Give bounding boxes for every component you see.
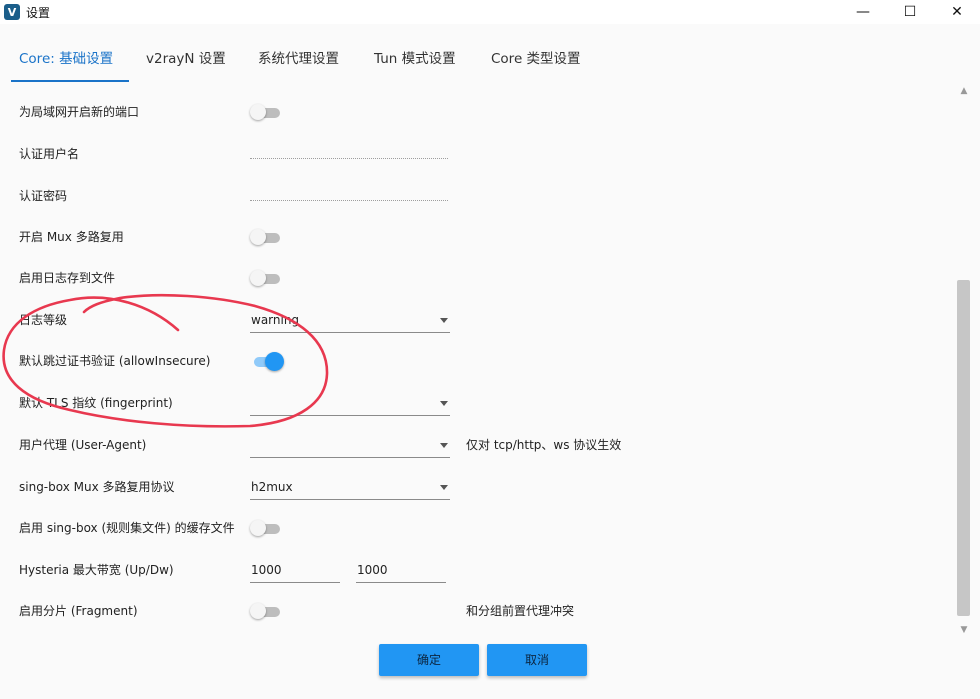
setting-log-level: 日志等级 warning — [0, 300, 955, 340]
allow-insecure-toggle[interactable] — [250, 352, 284, 371]
tab-tun-mode[interactable]: Tun 模式设置 — [374, 34, 456, 80]
setting-lan-new-port: 为局域网开启新的端口 — [0, 92, 955, 132]
setting-label: 认证用户名 — [19, 147, 80, 161]
setting-auth-user: 认证用户名 — [0, 134, 955, 174]
tab-system-proxy[interactable]: 系统代理设置 — [258, 34, 339, 80]
setting-label: Hysteria 最大带宽 (Up/Dw) — [19, 563, 174, 577]
setting-user-agent: 用户代理 (User-Agent) 仅对 tcp/http、ws 协议生效 — [0, 425, 955, 465]
setting-label: 默认 TLS 指纹 (fingerprint) — [19, 396, 173, 410]
fragment-toggle[interactable] — [250, 603, 282, 619]
cancel-button[interactable]: 取消 — [487, 644, 587, 676]
log-file-toggle[interactable] — [250, 270, 282, 286]
tab-core-basic[interactable]: Core: 基础设置 — [10, 34, 130, 82]
setting-label: 启用日志存到文件 — [19, 271, 116, 285]
settings-tabs: Core: 基础设置 v2rayN 设置 系统代理设置 Tun 模式设置 Cor… — [0, 34, 980, 82]
scroll-down-icon[interactable]: ▼ — [955, 623, 973, 637]
minimize-button[interactable]: — — [840, 0, 886, 24]
input-value: 1000 — [251, 563, 282, 577]
close-button[interactable]: ✕ — [934, 0, 980, 24]
setting-label: 开启 Mux 多路复用 — [19, 230, 124, 244]
chevron-down-icon — [440, 401, 448, 406]
hysteria-up-input[interactable]: 1000 — [250, 558, 340, 583]
select-value: h2mux — [251, 480, 293, 494]
title-bar: V 设置 — ☐ ✕ — [0, 0, 980, 24]
setting-label: sing-box Mux 多路复用协议 — [19, 480, 175, 494]
mux-toggle[interactable] — [250, 229, 282, 245]
singbox-cache-toggle[interactable] — [250, 520, 282, 536]
auth-pass-input[interactable] — [250, 200, 448, 201]
log-level-select[interactable]: warning — [250, 308, 450, 333]
setting-label: 日志等级 — [19, 313, 68, 327]
setting-allow-insecure: 默认跳过证书验证 (allowInsecure) — [0, 341, 955, 381]
tab-v2rayn[interactable]: v2rayN 设置 — [146, 34, 226, 80]
scrollbar-thumb[interactable] — [957, 280, 970, 616]
setting-auth-pass: 认证密码 — [0, 176, 955, 216]
auth-user-input[interactable] — [250, 158, 448, 159]
chevron-down-icon — [440, 485, 448, 490]
setting-mux: 开启 Mux 多路复用 — [0, 217, 955, 257]
scroll-up-icon[interactable]: ▲ — [955, 84, 973, 98]
ok-button[interactable]: 确定 — [379, 644, 479, 676]
setting-singbox-cache: 启用 sing-box (规则集文件) 的缓存文件 — [0, 508, 955, 548]
setting-log-file: 启用日志存到文件 — [0, 258, 955, 298]
lan-new-port-toggle[interactable] — [250, 104, 282, 120]
setting-label: 启用分片 (Fragment) — [19, 604, 138, 618]
chevron-down-icon — [440, 443, 448, 448]
tab-core-type[interactable]: Core 类型设置 — [491, 34, 581, 80]
maximize-button[interactable]: ☐ — [887, 0, 933, 24]
setting-tls-fingerprint: 默认 TLS 指纹 (fingerprint) — [0, 383, 955, 423]
setting-label: 用户代理 (User-Agent) — [19, 438, 147, 452]
fragment-note: 和分组前置代理冲突 — [466, 604, 575, 618]
setting-label: 启用 sing-box (规则集文件) 的缓存文件 — [19, 521, 235, 535]
window-title: 设置 — [26, 5, 51, 20]
setting-label: 为局域网开启新的端口 — [19, 105, 140, 119]
app-logo-icon: V — [4, 4, 20, 20]
setting-fragment: 启用分片 (Fragment) 和分组前置代理冲突 — [0, 591, 955, 631]
chevron-down-icon — [440, 318, 448, 323]
singbox-mux-select[interactable]: h2mux — [250, 475, 450, 500]
hysteria-down-input[interactable]: 1000 — [356, 558, 446, 583]
setting-label: 认证密码 — [19, 189, 68, 203]
setting-hysteria-bandwidth: Hysteria 最大带宽 (Up/Dw) 1000 1000 — [0, 550, 955, 590]
setting-label: 默认跳过证书验证 (allowInsecure) — [19, 354, 211, 368]
setting-singbox-mux: sing-box Mux 多路复用协议 h2mux — [0, 467, 955, 507]
user-agent-select[interactable] — [250, 433, 450, 458]
vertical-scrollbar[interactable]: ▲ ▼ — [955, 84, 973, 637]
select-value: warning — [251, 313, 300, 327]
user-agent-note: 仅对 tcp/http、ws 协议生效 — [466, 438, 622, 452]
tls-fingerprint-select[interactable] — [250, 391, 450, 416]
input-value: 1000 — [357, 563, 388, 577]
